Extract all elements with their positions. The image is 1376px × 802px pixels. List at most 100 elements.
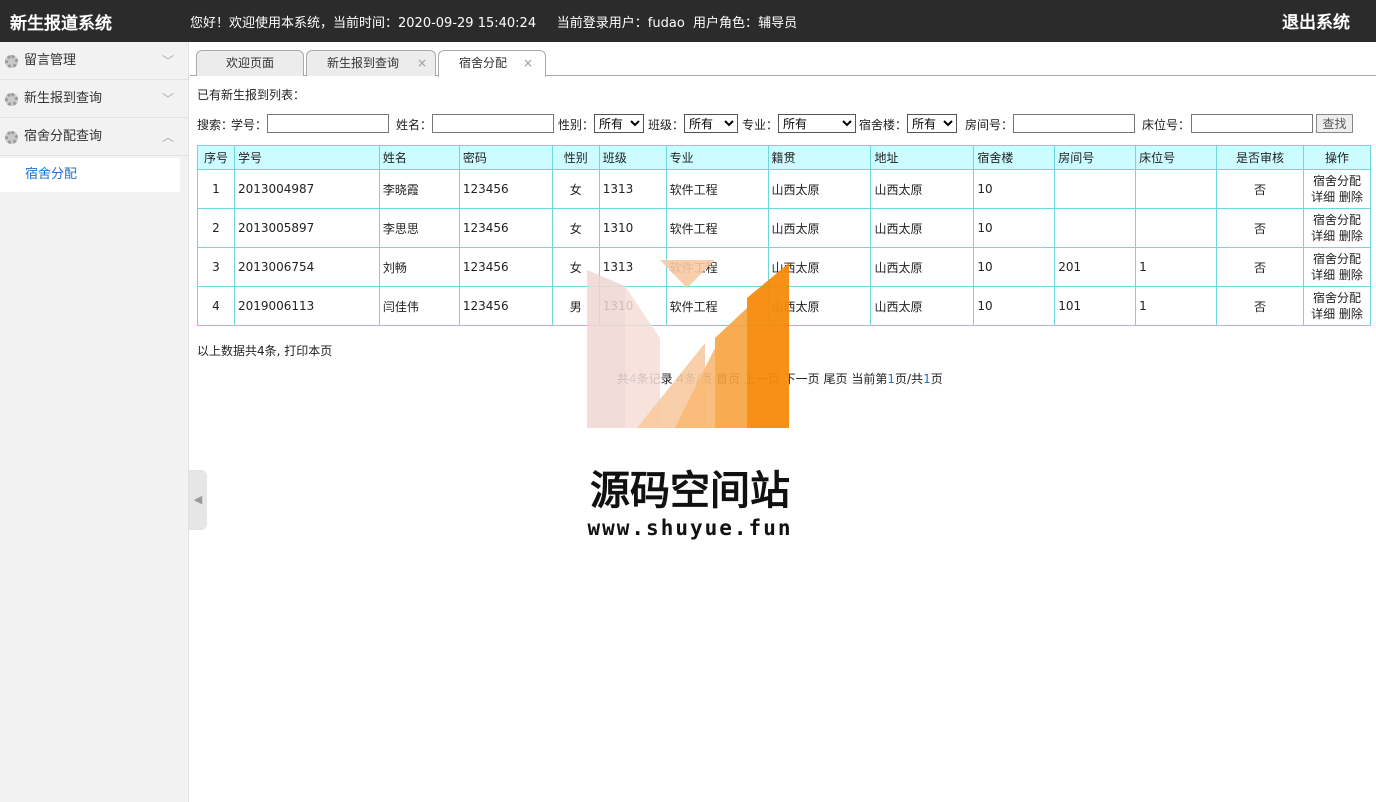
pager-total: 4	[629, 372, 637, 386]
summary-text: 以上数据共4条,	[197, 344, 281, 358]
chevron-up-icon: ︿	[162, 130, 175, 144]
table-cell: 123456	[458, 247, 553, 287]
table-cell: 4	[197, 286, 235, 326]
search-button[interactable]: 查找	[1316, 114, 1353, 133]
column-header: 性别	[551, 145, 600, 170]
top-bar: 新生报道系统 您好！欢迎使用本系统，当前时间：2020-09-29 15:40:…	[0, 0, 1376, 42]
last-page-link[interactable]: 尾页	[824, 372, 848, 386]
pager-current-prefix: 当前第	[851, 372, 888, 386]
pager-of: 页/共	[895, 372, 924, 386]
table-cell: 2013004987	[233, 169, 380, 209]
tab-registration-query[interactable]: 新生报到查询 ×	[306, 50, 436, 76]
next-page-link[interactable]: 下一页	[784, 372, 820, 386]
table-cell	[1054, 169, 1137, 209]
column-header: 专业	[665, 145, 769, 170]
column-header: 密码	[458, 145, 553, 170]
sidebar-item-message-management[interactable]: 留言管理 ﹀	[0, 42, 188, 80]
gear-icon	[5, 93, 18, 106]
sidebar-item-dorm-query[interactable]: 宿舍分配查询 ︿	[0, 118, 188, 156]
table-cell: 1	[1135, 247, 1218, 287]
table-cell: 10	[973, 208, 1056, 248]
logout-button[interactable]: 退出系统	[1282, 8, 1350, 33]
welcome-message: 您好！欢迎使用本系统，当前时间：2020-09-29 15:40:24 当前登录…	[190, 12, 797, 31]
column-header: 床位号	[1135, 145, 1218, 170]
pagination: 共4条记录 4条/页 首页 上一页 下一页 尾页 当前第1页/共1页	[617, 370, 943, 387]
table-cell: 1310	[598, 286, 667, 326]
bed-label: 床位号：	[1142, 118, 1191, 132]
print-page-link[interactable]: 打印本页	[284, 344, 332, 358]
table-cell: 2013006754	[233, 247, 380, 287]
delete-link[interactable]: 删除	[1339, 307, 1363, 321]
column-header: 姓名	[378, 145, 460, 170]
watermark-url: www.shuyue.fun	[587, 516, 793, 540]
close-icon[interactable]: ×	[523, 51, 533, 75]
pager-per-page: 条记录 4条/页	[636, 372, 713, 386]
row-actions: 宿舍分配 详细 删除	[1302, 169, 1372, 209]
table-cell: 刘畅	[378, 247, 460, 287]
list-title: 已有新生报到列表：	[197, 88, 306, 102]
sidebar-collapse-handle[interactable]: ◀	[189, 470, 207, 530]
table-cell: 2013005897	[233, 208, 380, 248]
assign-dorm-link[interactable]: 宿舍分配	[1313, 291, 1361, 305]
table-cell: 软件工程	[665, 286, 769, 326]
tab-bar: 欢迎页面 新生报到查询 × 宿舍分配 ×	[190, 42, 1376, 77]
assign-dorm-link[interactable]: 宿舍分配	[1313, 252, 1361, 266]
student-no-input[interactable]	[267, 114, 389, 133]
gear-icon	[5, 55, 18, 68]
table-row: 1 2013004987 李晓霞 123456 女 1313 软件工程 山西太原…	[197, 169, 1372, 209]
tab-welcome[interactable]: 欢迎页面	[196, 50, 304, 76]
room-input[interactable]	[1013, 114, 1135, 133]
sidebar: 留言管理 ﹀ 新生报到查询 ﹀ 宿舍分配查询 ︿ 宿舍分配	[0, 42, 189, 802]
table-cell: 女	[551, 169, 600, 209]
table-cell: 123456	[458, 286, 553, 326]
table-cell: 李晓霞	[378, 169, 460, 209]
first-page-link[interactable]: 首页	[716, 372, 740, 386]
building-label: 宿舍楼：	[859, 118, 908, 132]
current-username: fudao	[647, 16, 685, 31]
tab-dorm-assignment[interactable]: 宿舍分配 ×	[438, 50, 546, 77]
assign-dorm-link[interactable]: 宿舍分配	[1313, 174, 1361, 188]
gender-select[interactable]: 所有	[594, 114, 644, 133]
table-cell: 123456	[458, 208, 553, 248]
sidebar-item-label: 留言管理	[24, 53, 77, 68]
chevron-left-icon: ◀	[193, 493, 203, 506]
class-label: 班级：	[648, 118, 685, 132]
student-table: 序号 学号 姓名 密码 性别 班级 专业 籍贯 地址 宿舍楼 房间号 床位号 是…	[197, 145, 1372, 326]
row-actions: 宿舍分配 详细 删除	[1302, 208, 1372, 248]
table-cell: 女	[551, 208, 600, 248]
table-cell: 10	[973, 286, 1056, 326]
room-label: 房间号：	[965, 118, 1014, 132]
chevron-down-icon: ﹀	[162, 54, 175, 68]
bed-input[interactable]	[1191, 114, 1313, 133]
table-cell: 山西太原	[870, 286, 975, 326]
table-cell: 2019006113	[233, 286, 380, 326]
detail-link[interactable]: 详细	[1311, 229, 1335, 243]
name-input[interactable]	[432, 114, 554, 133]
table-cell: 否	[1216, 247, 1304, 287]
delete-link[interactable]: 删除	[1339, 268, 1363, 282]
table-cell: 否	[1216, 208, 1304, 248]
close-icon[interactable]: ×	[417, 51, 427, 75]
detail-link[interactable]: 详细	[1311, 190, 1335, 204]
delete-link[interactable]: 删除	[1339, 190, 1363, 204]
table-cell: 否	[1216, 169, 1304, 209]
table-cell: 123456	[458, 169, 553, 209]
role-label: 用户角色：	[693, 16, 759, 31]
building-select[interactable]: 所有	[907, 114, 957, 133]
table-cell	[1135, 169, 1218, 209]
table-cell: 3	[197, 247, 235, 287]
detail-link[interactable]: 详细	[1311, 268, 1335, 282]
pager-pages: 1	[923, 372, 931, 386]
assign-dorm-link[interactable]: 宿舍分配	[1313, 213, 1361, 227]
class-select[interactable]: 所有	[684, 114, 738, 133]
prev-page-link[interactable]: 上一页	[744, 372, 780, 386]
sidebar-item-registration-query[interactable]: 新生报到查询 ﹀	[0, 80, 188, 118]
sidebar-subitem-dorm-assignment[interactable]: 宿舍分配	[0, 158, 180, 192]
table-cell: 否	[1216, 286, 1304, 326]
pager-current: 1	[887, 372, 896, 386]
detail-link[interactable]: 详细	[1311, 307, 1335, 321]
delete-link[interactable]: 删除	[1339, 229, 1363, 243]
table-row: 2 2013005897 李思思 123456 女 1310 软件工程 山西太原…	[197, 208, 1372, 248]
major-select[interactable]: 所有	[778, 114, 856, 133]
gear-icon	[5, 131, 18, 144]
